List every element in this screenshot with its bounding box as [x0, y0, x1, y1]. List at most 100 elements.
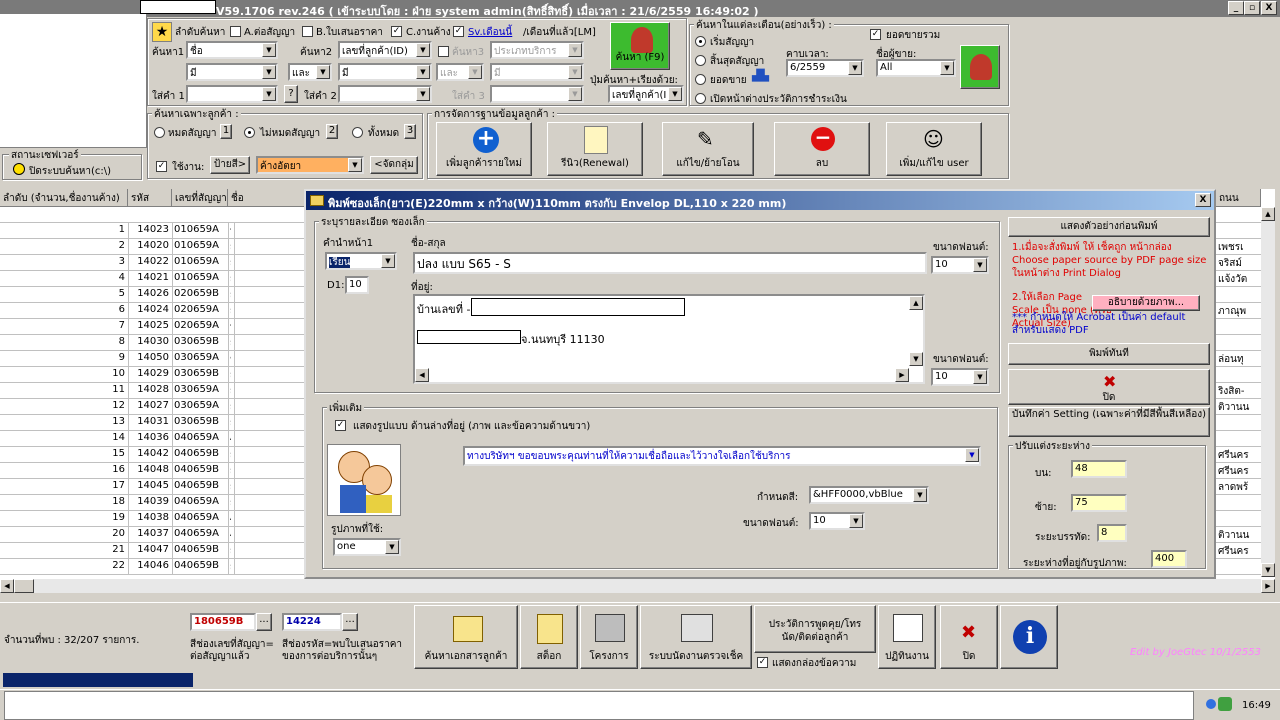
search3-field-select[interactable]: ประเภทบริการ ▼: [490, 41, 584, 59]
row-order: 3: [118, 256, 125, 267]
code-input[interactable]: 14224: [282, 613, 342, 631]
seller-select[interactable]: All ▼: [876, 59, 956, 77]
name-input[interactable]: ปลง แบบ S65 - S: [413, 252, 927, 274]
search1-field-select[interactable]: ชื่อ ▼: [186, 41, 278, 59]
taskbar-input-area[interactable]: [4, 691, 1194, 720]
group-button[interactable]: <จัดกลุ่ม: [370, 156, 418, 174]
explain-button[interactable]: อธิบายด้วยภาพ...: [1092, 295, 1200, 311]
row-road: ติวานน: [1218, 402, 1250, 413]
sv-link[interactable]: Sv.เดือนนี้: [468, 25, 512, 40]
image-select[interactable]: one ▼: [333, 538, 401, 556]
search3-input[interactable]: ▼: [490, 85, 584, 103]
info-button[interactable]: i: [1000, 605, 1058, 669]
fontsize3-select[interactable]: 10 ▼: [809, 512, 865, 530]
show-image-checkbox[interactable]: ✓: [335, 420, 346, 431]
minimize-button[interactable]: _: [1228, 1, 1244, 15]
close-window-button[interactable]: X: [1261, 1, 1277, 15]
img-gap-input[interactable]: 400: [1151, 550, 1187, 568]
exit-button[interactable]: ✖ ปิด: [940, 605, 998, 669]
alert-radio-start[interactable]: [695, 36, 706, 47]
search3-checkbox[interactable]: [438, 46, 449, 57]
search3-op-select[interactable]: มี ▼: [490, 63, 584, 81]
delete-button[interactable]: − ลบ: [774, 122, 870, 176]
add-customer-button[interactable]: + เพิ่มลูกค้ารายใหม่: [436, 122, 532, 176]
period-select[interactable]: 6/2559 ▼: [786, 59, 864, 77]
sort-label: ลำดับค้นหา: [175, 27, 226, 38]
maximize-button[interactable]: ▫: [1244, 1, 1260, 15]
col-order[interactable]: ลำดับ (จำนวน,ชื่องานค้าง): [0, 189, 128, 207]
d1-input[interactable]: 10: [345, 276, 369, 294]
opt-b-checkbox[interactable]: [302, 26, 313, 37]
color-select[interactable]: &HFF0000,vbBlue ▼: [809, 486, 929, 504]
address-textarea[interactable]: บ้านเลขที่ - จ.นนทบุรี 11130 ▲ ▼ ◀ ▶: [413, 294, 925, 384]
calendar-button[interactable]: ปฏิทินงาน: [878, 605, 936, 669]
project-button[interactable]: โครงการ: [580, 605, 638, 669]
col-road[interactable]: ถนน: [1216, 189, 1261, 207]
opt-a-checkbox[interactable]: [230, 26, 241, 37]
line-input[interactable]: 8: [1097, 524, 1127, 542]
logo-box: [140, 0, 216, 14]
fontsize-select[interactable]: 10 ▼: [931, 256, 989, 274]
all-num[interactable]: 3: [404, 124, 416, 139]
scroll-down-icon: ▼: [1261, 563, 1275, 577]
cartoon-body: [340, 485, 366, 513]
row-name: ส: [230, 560, 231, 575]
top-input[interactable]: 48: [1071, 460, 1127, 478]
col-contract[interactable]: เลขที่สัญญา: [172, 189, 228, 207]
save-setting-button[interactable]: บันทึกค่า Setting (เฉพาะค่าที่มีสีพื้นสี…: [1008, 407, 1210, 437]
dialog-close-panel-button[interactable]: ✖ ปิด: [1008, 369, 1210, 405]
customer-docs-button[interactable]: ค้นหาเอกสารลูกค้า: [414, 605, 518, 669]
sort-by-select[interactable]: เลขที่ลูกค้า(I ▼: [608, 85, 684, 103]
search2-op-select[interactable]: มี ▼: [338, 63, 432, 81]
prefix-select[interactable]: เรียน ▼: [325, 252, 397, 270]
find-button[interactable]: ค้นหา (F9): [610, 22, 670, 70]
grid-hscrollbar[interactable]: ◀ ▶: [0, 579, 1275, 593]
tray-security-icon[interactable]: [1218, 697, 1232, 711]
print-now-button[interactable]: พิมพ์ทันที: [1008, 343, 1210, 365]
expired-num[interactable]: 1: [220, 124, 232, 139]
grid-line: [228, 463, 229, 479]
user-edit-button[interactable]: ☺ เพิ่ม/แก้ไข user: [886, 122, 982, 176]
tag-select[interactable]: ค้างอัตยา ▼: [256, 156, 364, 174]
star-icon[interactable]: ★: [152, 22, 172, 42]
alert-radio-history[interactable]: [695, 93, 706, 104]
radio-all[interactable]: [352, 127, 363, 138]
alert-radio-end[interactable]: [695, 55, 706, 66]
contract-more-button[interactable]: ...: [256, 613, 272, 631]
fontsize2-select[interactable]: 10 ▼: [931, 368, 989, 386]
message-select[interactable]: ทางบริษัทฯ ขอขอบพระคุณท่านที่ให้ความเชื่…: [463, 446, 981, 466]
not-expired-num[interactable]: 2: [326, 124, 338, 139]
sv-checkbox[interactable]: ✓: [453, 26, 464, 37]
stock-button[interactable]: สต็อก: [520, 605, 578, 669]
dialog-close-button[interactable]: X: [1195, 193, 1211, 207]
show-msg-checkbox[interactable]: ✓: [757, 657, 768, 668]
col-name[interactable]: ชื่อ: [228, 189, 306, 207]
use-checkbox[interactable]: ✓: [156, 161, 167, 172]
history-button[interactable]: ประวัติการพูดคุย/โทร นัด/ติดต่อลูกค้า: [754, 605, 876, 653]
help-button[interactable]: ?: [284, 85, 298, 103]
tag-color-button[interactable]: ป้ายสี>: [210, 156, 250, 174]
total-sales-checkbox[interactable]: ✓: [870, 29, 881, 40]
grid-line: [234, 287, 235, 303]
and3-select[interactable]: และ ▼: [436, 63, 484, 81]
search1-input[interactable]: ▼: [186, 85, 278, 103]
code-more-button[interactable]: ...: [342, 613, 358, 631]
search2-field-select[interactable]: เลขที่ลูกค้า(ID) ▼: [338, 41, 432, 59]
tray-network-icon[interactable]: [1206, 699, 1216, 709]
alert-find-button[interactable]: [960, 45, 1000, 89]
edit-transfer-button[interactable]: ✎ แก้ไข/ย้ายโอน: [662, 122, 754, 176]
radio-expired[interactable]: [154, 127, 165, 138]
contract-input[interactable]: 180659B: [190, 613, 256, 631]
opt-c-checkbox[interactable]: ✓: [391, 26, 402, 37]
search1-op-select[interactable]: มี ▼: [186, 63, 278, 81]
alert-radio-sales[interactable]: [695, 74, 706, 85]
renew-button[interactable]: รีนิว(Renewal): [547, 122, 643, 176]
appointment-button[interactable]: ระบบนัดงานตรวจเช็ค: [640, 605, 752, 669]
left-input[interactable]: 75: [1071, 494, 1127, 512]
search2-input[interactable]: ▼: [338, 85, 432, 103]
grid-vscrollbar[interactable]: ▲ ▼: [1261, 207, 1275, 577]
preview-button[interactable]: แสดงตัวอย่างก่อนพิมพ์: [1008, 217, 1210, 237]
and-select[interactable]: และ ▼: [288, 63, 332, 81]
radio-not-expired[interactable]: [244, 127, 255, 138]
col-code[interactable]: รหัส: [128, 189, 172, 207]
